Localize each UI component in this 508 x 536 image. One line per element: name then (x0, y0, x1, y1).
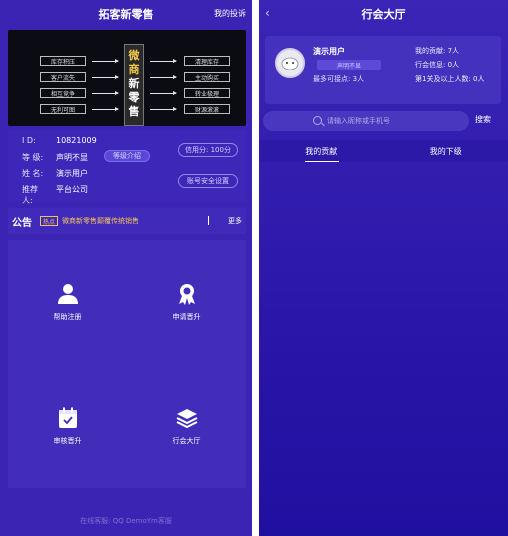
back-icon[interactable]: ‹ (265, 6, 270, 20)
referrer-label: 推荐人: (22, 185, 38, 205)
user-card: 演示用户 声明不显 最多可接点: 3人 我的贡献: 7人 行会信息: 0人 第1… (265, 36, 501, 104)
referrer-value: 平台公司 (56, 185, 88, 194)
level-intro-button[interactable]: 等级介绍 (104, 150, 150, 162)
arrow-right-icon (92, 59, 119, 63)
id-value: 10821009 (56, 136, 97, 145)
complaint-link[interactable]: 我的投诉 (214, 8, 246, 19)
search-input[interactable]: 请输入昵称或手机号 (263, 111, 469, 131)
banner-char: 新 (128, 77, 140, 90)
calendar-check-icon (58, 407, 77, 428)
announcement-title: 公告 (12, 217, 32, 229)
arrow-right-icon (150, 59, 177, 63)
account-security-button[interactable]: 账号安全设置 (178, 174, 238, 188)
left-screen: 拓客新零售 我的投诉 库存积压 客户流失 相互竞争 无利可图 微 商 新 零 售… (0, 0, 252, 536)
arrow-right-icon (92, 91, 119, 95)
banner-left-item: 客户流失 (40, 72, 86, 82)
name-value: 演示用户 (56, 169, 88, 178)
review-promotion-tile[interactable]: 审核晋升 (8, 364, 127, 488)
banner-char: 售 (128, 105, 140, 118)
banner-right-item: 清理库存 (184, 56, 230, 66)
announcement-text[interactable]: 微商新零售颠覆传统销售 (62, 216, 139, 226)
page-title: 行会大厅 (361, 8, 406, 21)
arrow-right-icon (92, 107, 119, 111)
banner-char: 商 (128, 63, 140, 76)
banner-right-item: 转业极理 (184, 88, 230, 98)
banner-right-item: 主动购买 (184, 72, 230, 82)
avatar (275, 48, 305, 78)
search-placeholder: 请输入昵称或手机号 (327, 117, 390, 125)
promo-banner[interactable]: 库存积压 客户流失 相互竞争 无利可图 微 商 新 零 售 清理库存 主动购买 … (8, 30, 246, 126)
level-label: 等 级: (22, 153, 44, 162)
apply-promotion-tile[interactable]: 申请晋升 (127, 240, 246, 364)
user-info-panel: I D: 10821009 等 级: 声明不显 姓 名: 演示用户 推荐人: 平… (8, 130, 246, 205)
tile-label: 行会大厅 (172, 437, 201, 445)
customer-service-footer[interactable]: 在线客服: QQ DemoYm客服 (0, 506, 252, 536)
top-bar: ‹ 行会大厅 (259, 0, 508, 28)
user-name: 演示用户 (313, 47, 345, 56)
arrow-right-icon (150, 107, 177, 111)
arrow-right-icon (92, 75, 119, 79)
banner-left-item: 无利可图 (40, 104, 86, 114)
layers-icon (176, 409, 197, 429)
tile-label: 审核晋升 (53, 437, 82, 445)
top-bar: 拓客新零售 我的投诉 (0, 0, 252, 28)
max-nodes-text: 最多可接点: 3人 (313, 75, 365, 83)
help-register-tile[interactable]: 帮助注册 (8, 240, 127, 364)
banner-left-item: 相互竞争 (40, 88, 86, 98)
user-level-badge: 声明不显 (317, 60, 381, 70)
name-label: 姓 名: (22, 169, 44, 178)
tab-my-contribution[interactable]: 我的贡献 (259, 140, 384, 162)
guild-info-stat: 行会信息: 0人 (415, 61, 460, 69)
user-icon (57, 284, 78, 304)
tab-bar: 我的贡献 我的下级 (259, 140, 508, 162)
app-title: 拓客新零售 (98, 8, 154, 21)
right-screen: ‹ 行会大厅 演示用户 声明不显 最多可接点: 3人 我的贡献: 7人 行会信息… (259, 0, 508, 536)
id-label: I D: (22, 136, 36, 145)
banner-left-item: 库存积压 (40, 56, 86, 66)
tile-label: 申请晋升 (172, 313, 201, 321)
guild-hall-tile[interactable]: 行会大厅 (127, 364, 246, 488)
search-button[interactable]: 搜索 (475, 114, 491, 125)
award-icon (178, 284, 195, 305)
tile-label: 帮助注册 (53, 313, 82, 321)
arrow-right-icon (150, 75, 177, 79)
credit-score-button[interactable]: 信用分: 100分 (178, 143, 238, 157)
avatar-face-icon (281, 57, 299, 70)
banner-right-item: 财源滚滚 (184, 104, 230, 114)
feature-grid: 帮助注册 申请晋升 审核晋升 行会大厅 (8, 240, 246, 488)
banner-char: 微 (128, 49, 140, 62)
more-link[interactable]: 更多 (228, 216, 242, 226)
search-icon (313, 116, 322, 125)
tab-my-subordinates[interactable]: 我的下级 (384, 140, 508, 162)
my-contribution-stat: 我的贡献: 7人 (415, 47, 460, 55)
arrow-right-icon (150, 91, 177, 95)
tier-count-stat: 第1关及以上人数: 0人 (415, 75, 485, 83)
announcement-bar[interactable]: 公告 热点 微商新零售颠覆传统销售 更多 (8, 208, 246, 234)
hot-tag: 热点 (40, 216, 59, 226)
level-value: 声明不显 (56, 153, 88, 162)
banner-char: 零 (128, 91, 140, 104)
banner-center-text: 微 商 新 零 售 (124, 44, 144, 126)
divider (208, 216, 209, 225)
